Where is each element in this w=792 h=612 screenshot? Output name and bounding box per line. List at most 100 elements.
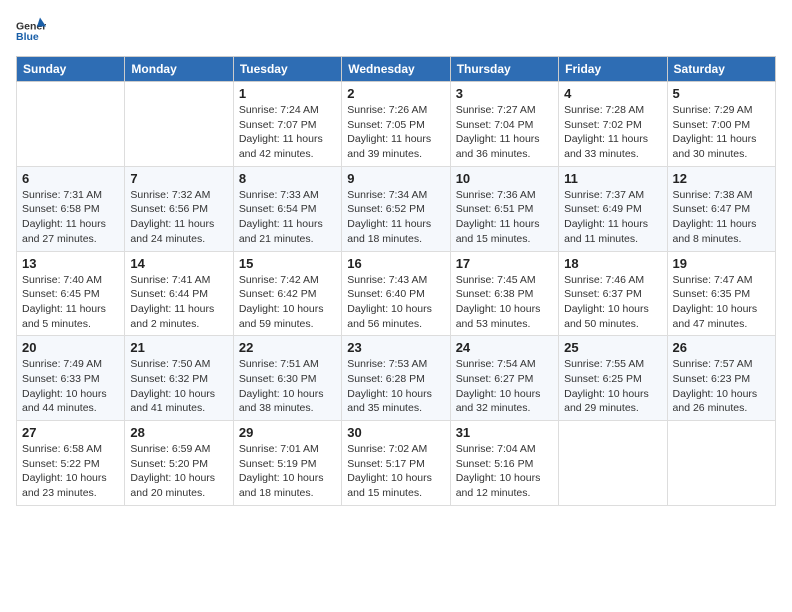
day-number: 4 <box>564 86 661 101</box>
day-number: 16 <box>347 256 444 271</box>
day-info: Sunrise: 7:53 AMSunset: 6:28 PMDaylight:… <box>347 357 444 416</box>
day-info: Sunrise: 7:43 AMSunset: 6:40 PMDaylight:… <box>347 273 444 332</box>
day-number: 23 <box>347 340 444 355</box>
day-cell: 17Sunrise: 7:45 AMSunset: 6:38 PMDayligh… <box>450 251 558 336</box>
page-header: General Blue <box>16 16 776 46</box>
day-info: Sunrise: 7:24 AMSunset: 7:07 PMDaylight:… <box>239 103 336 162</box>
week-row-3: 13 Sunrise: 7:40 AMSunset: 6:45 PMDayligh… <box>17 251 776 336</box>
day-info: Sunrise: 7:29 AMSunset: 7:00 PMDaylight:… <box>673 103 770 162</box>
day-cell: 23 Sunrise: 7:53 AMSunset: 6:28 PMDayligh… <box>342 336 450 421</box>
weekday-header-sunday: Sunday <box>17 57 125 82</box>
weekday-header-thursday: Thursday <box>450 57 558 82</box>
day-number: 19 <box>673 256 770 271</box>
day-number: 14 <box>130 256 227 271</box>
day-number: 21 <box>130 340 227 355</box>
day-number: 20 <box>22 340 119 355</box>
day-number: 27 <box>22 425 119 440</box>
day-info: Sunrise: 7:47 AMSunset: 6:35 PMDaylight:… <box>673 273 770 332</box>
day-number: 30 <box>347 425 444 440</box>
day-info: Sunrise: 7:04 AMSunset: 5:16 PMDaylight:… <box>456 442 553 501</box>
day-cell: 5 Sunrise: 7:29 AMSunset: 7:00 PMDaylight… <box>667 82 775 167</box>
day-cell: 6 Sunrise: 7:31 AMSunset: 6:58 PMDaylight… <box>17 166 125 251</box>
day-cell: 15 Sunrise: 7:42 AMSunset: 6:42 PMDayligh… <box>233 251 341 336</box>
day-info: Sunrise: 7:31 AMSunset: 6:58 PMDaylight:… <box>22 188 119 247</box>
day-number: 3 <box>456 86 553 101</box>
day-cell: 4 Sunrise: 7:28 AMSunset: 7:02 PMDaylight… <box>559 82 667 167</box>
weekday-header-tuesday: Tuesday <box>233 57 341 82</box>
day-cell: 10 Sunrise: 7:36 AMSunset: 6:51 PMDayligh… <box>450 166 558 251</box>
weekday-header-wednesday: Wednesday <box>342 57 450 82</box>
logo-icon: General Blue <box>16 16 46 46</box>
day-cell: 2Sunrise: 7:26 AMSunset: 7:05 PMDaylight… <box>342 82 450 167</box>
day-info: Sunrise: 7:36 AMSunset: 6:51 PMDaylight:… <box>456 188 553 247</box>
day-cell: 7 Sunrise: 7:32 AMSunset: 6:56 PMDaylight… <box>125 166 233 251</box>
day-cell <box>17 82 125 167</box>
day-info: Sunrise: 6:58 AMSunset: 5:22 PMDaylight:… <box>22 442 119 501</box>
day-number: 1 <box>239 86 336 101</box>
day-cell: 18 Sunrise: 7:46 AMSunset: 6:37 PMDayligh… <box>559 251 667 336</box>
week-row-1: 1 Sunrise: 7:24 AMSunset: 7:07 PMDaylight… <box>17 82 776 167</box>
day-cell: 9Sunrise: 7:34 AMSunset: 6:52 PMDaylight… <box>342 166 450 251</box>
weekday-header-row: SundayMondayTuesdayWednesdayThursdayFrid… <box>17 57 776 82</box>
day-number: 6 <box>22 171 119 186</box>
day-cell: 3 Sunrise: 7:27 AMSunset: 7:04 PMDaylight… <box>450 82 558 167</box>
day-number: 26 <box>673 340 770 355</box>
calendar-table: SundayMondayTuesdayWednesdayThursdayFrid… <box>16 56 776 506</box>
week-row-5: 27 Sunrise: 6:58 AMSunset: 5:22 PMDayligh… <box>17 421 776 506</box>
day-info: Sunrise: 7:49 AMSunset: 6:33 PMDaylight:… <box>22 357 119 416</box>
day-info: Sunrise: 7:42 AMSunset: 6:42 PMDaylight:… <box>239 273 336 332</box>
day-cell: 1 Sunrise: 7:24 AMSunset: 7:07 PMDaylight… <box>233 82 341 167</box>
day-info: Sunrise: 7:27 AMSunset: 7:04 PMDaylight:… <box>456 103 553 162</box>
day-cell: 19 Sunrise: 7:47 AMSunset: 6:35 PMDayligh… <box>667 251 775 336</box>
day-cell: 30 Sunrise: 7:02 AMSunset: 5:17 PMDayligh… <box>342 421 450 506</box>
day-number: 28 <box>130 425 227 440</box>
day-info: Sunrise: 7:26 AMSunset: 7:05 PMDaylight:… <box>347 103 444 162</box>
week-row-2: 6 Sunrise: 7:31 AMSunset: 6:58 PMDaylight… <box>17 166 776 251</box>
day-number: 13 <box>22 256 119 271</box>
day-info: Sunrise: 7:57 AMSunset: 6:23 PMDaylight:… <box>673 357 770 416</box>
day-info: Sunrise: 7:34 AMSunset: 6:52 PMDaylight:… <box>347 188 444 247</box>
day-number: 15 <box>239 256 336 271</box>
day-info: Sunrise: 7:55 AMSunset: 6:25 PMDaylight:… <box>564 357 661 416</box>
day-number: 12 <box>673 171 770 186</box>
day-number: 22 <box>239 340 336 355</box>
day-cell: 31Sunrise: 7:04 AMSunset: 5:16 PMDayligh… <box>450 421 558 506</box>
day-cell <box>125 82 233 167</box>
weekday-header-friday: Friday <box>559 57 667 82</box>
day-cell: 11Sunrise: 7:37 AMSunset: 6:49 PMDayligh… <box>559 166 667 251</box>
day-info: Sunrise: 7:01 AMSunset: 5:19 PMDaylight:… <box>239 442 336 501</box>
day-info: Sunrise: 7:28 AMSunset: 7:02 PMDaylight:… <box>564 103 661 162</box>
weekday-header-saturday: Saturday <box>667 57 775 82</box>
day-info: Sunrise: 7:41 AMSunset: 6:44 PMDaylight:… <box>130 273 227 332</box>
day-info: Sunrise: 7:46 AMSunset: 6:37 PMDaylight:… <box>564 273 661 332</box>
weekday-header-monday: Monday <box>125 57 233 82</box>
day-cell: 28 Sunrise: 6:59 AMSunset: 5:20 PMDayligh… <box>125 421 233 506</box>
day-info: Sunrise: 7:33 AMSunset: 6:54 PMDaylight:… <box>239 188 336 247</box>
day-info: Sunrise: 7:32 AMSunset: 6:56 PMDaylight:… <box>130 188 227 247</box>
day-info: Sunrise: 7:37 AMSunset: 6:49 PMDaylight:… <box>564 188 661 247</box>
day-info: Sunrise: 6:59 AMSunset: 5:20 PMDaylight:… <box>130 442 227 501</box>
day-cell <box>667 421 775 506</box>
day-number: 7 <box>130 171 227 186</box>
svg-text:Blue: Blue <box>16 31 39 43</box>
day-number: 24 <box>456 340 553 355</box>
day-cell: 29 Sunrise: 7:01 AMSunset: 5:19 PMDayligh… <box>233 421 341 506</box>
day-number: 10 <box>456 171 553 186</box>
day-info: Sunrise: 7:38 AMSunset: 6:47 PMDaylight:… <box>673 188 770 247</box>
day-info: Sunrise: 7:50 AMSunset: 6:32 PMDaylight:… <box>130 357 227 416</box>
day-info: Sunrise: 7:02 AMSunset: 5:17 PMDaylight:… <box>347 442 444 501</box>
day-number: 25 <box>564 340 661 355</box>
day-info: Sunrise: 7:40 AMSunset: 6:45 PMDaylight:… <box>22 273 119 332</box>
day-cell: 20 Sunrise: 7:49 AMSunset: 6:33 PMDayligh… <box>17 336 125 421</box>
day-info: Sunrise: 7:45 AMSunset: 6:38 PMDaylight:… <box>456 273 553 332</box>
day-number: 29 <box>239 425 336 440</box>
week-row-4: 20 Sunrise: 7:49 AMSunset: 6:33 PMDayligh… <box>17 336 776 421</box>
day-number: 18 <box>564 256 661 271</box>
day-cell: 27 Sunrise: 6:58 AMSunset: 5:22 PMDayligh… <box>17 421 125 506</box>
day-cell: 13 Sunrise: 7:40 AMSunset: 6:45 PMDayligh… <box>17 251 125 336</box>
day-cell: 21 Sunrise: 7:50 AMSunset: 6:32 PMDayligh… <box>125 336 233 421</box>
day-info: Sunrise: 7:51 AMSunset: 6:30 PMDaylight:… <box>239 357 336 416</box>
day-cell: 12 Sunrise: 7:38 AMSunset: 6:47 PMDayligh… <box>667 166 775 251</box>
day-number: 5 <box>673 86 770 101</box>
day-number: 8 <box>239 171 336 186</box>
